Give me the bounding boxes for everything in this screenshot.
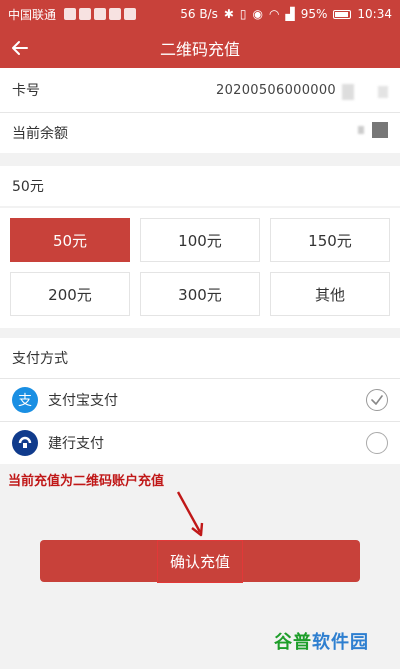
selected-check-icon[interactable] [366, 389, 388, 411]
arrow-left-icon [12, 41, 28, 55]
notification-icon [109, 8, 122, 20]
payment-method-alipay[interactable]: 支 支付宝支付 [0, 379, 400, 421]
amount-option-300[interactable]: 300元 [140, 272, 260, 316]
back-button[interactable] [8, 36, 32, 60]
amount-option-label: 150元 [308, 231, 352, 250]
card-number-row: 卡号 20200506000000 [0, 68, 400, 112]
redacted-mark [342, 84, 354, 100]
notification-icon [94, 8, 107, 20]
payment-section-label: 支付方式 [12, 351, 68, 367]
clock: 10:34 [357, 7, 392, 21]
card-number-label: 卡号 [12, 83, 40, 99]
amount-option-200[interactable]: 200元 [10, 272, 130, 316]
payment-section-header: 支付方式 [0, 338, 400, 378]
annotation-arrow-icon [176, 491, 204, 537]
page-title: 二维码充值 [159, 40, 240, 59]
amount-option-100[interactable]: 100元 [140, 218, 260, 262]
notification-icon [79, 8, 92, 20]
payment-method-label: 支付宝支付 [48, 393, 118, 409]
payment-method-label: 建行支付 [48, 436, 104, 452]
amount-options: 50元 100元 150元 200元 300元 其他 [0, 208, 400, 328]
amount-option-label: 100元 [178, 231, 222, 250]
watermark-part2: 软件园 [312, 632, 369, 653]
signal-icon: ▟ [285, 7, 295, 21]
redacted-mark [378, 86, 388, 98]
payment-method-ccb[interactable]: 建行支付 [0, 422, 400, 464]
redacted-mark [372, 122, 388, 138]
amount-option-50[interactable]: 50元 [10, 218, 130, 262]
redacted-mark [358, 126, 364, 134]
battery-icon [333, 9, 352, 19]
amount-option-label: 200元 [48, 285, 92, 304]
notification-icons [64, 8, 137, 20]
amount-option-label: 50元 [52, 231, 88, 250]
eye-icon: ◉ [252, 7, 264, 21]
amount-input-value: 50元 [12, 179, 44, 195]
amount-option-label: 其他 [314, 285, 345, 304]
svg-text:支: 支 [18, 393, 32, 409]
confirm-recharge-button[interactable]: 确认充值 [40, 539, 360, 583]
amount-option-label: 300元 [178, 285, 222, 304]
amount-option-150[interactable]: 150元 [270, 218, 390, 262]
watermark-part1: 谷普 [274, 632, 312, 653]
status-bar: 中国联通 56 B/s ✱ ▯ ◉ ◠ ▟ 95% 10:34 [0, 0, 400, 28]
watermark-logo: 谷普软件园 [274, 628, 369, 654]
confirm-recharge-label: 确认充值 [156, 539, 243, 583]
amount-option-other[interactable]: 其他 [270, 272, 390, 316]
ccb-icon [12, 430, 38, 456]
annotation-text: 当前充值为二维码账户充值 [8, 474, 165, 489]
battery-percent: 95% [300, 7, 328, 21]
balance-row: 当前余额 [0, 113, 400, 153]
amount-input[interactable]: 50元 [0, 166, 400, 206]
alipay-icon: 支 [12, 387, 38, 413]
wifi-icon: ◠ [269, 7, 280, 21]
card-number-value: 20200506000000 [216, 82, 336, 98]
unselected-radio-icon[interactable] [366, 432, 388, 454]
balance-label: 当前余额 [12, 126, 68, 142]
bluetooth-icon: ✱ [223, 7, 234, 21]
network-speed: 56 B/s [180, 7, 218, 21]
app-bar: 二维码充值 [0, 28, 400, 68]
carrier-label: 中国联通 [8, 7, 57, 22]
vibrate-icon: ▯ [239, 7, 247, 21]
notification-icon [124, 8, 137, 20]
notification-icon [64, 8, 77, 20]
